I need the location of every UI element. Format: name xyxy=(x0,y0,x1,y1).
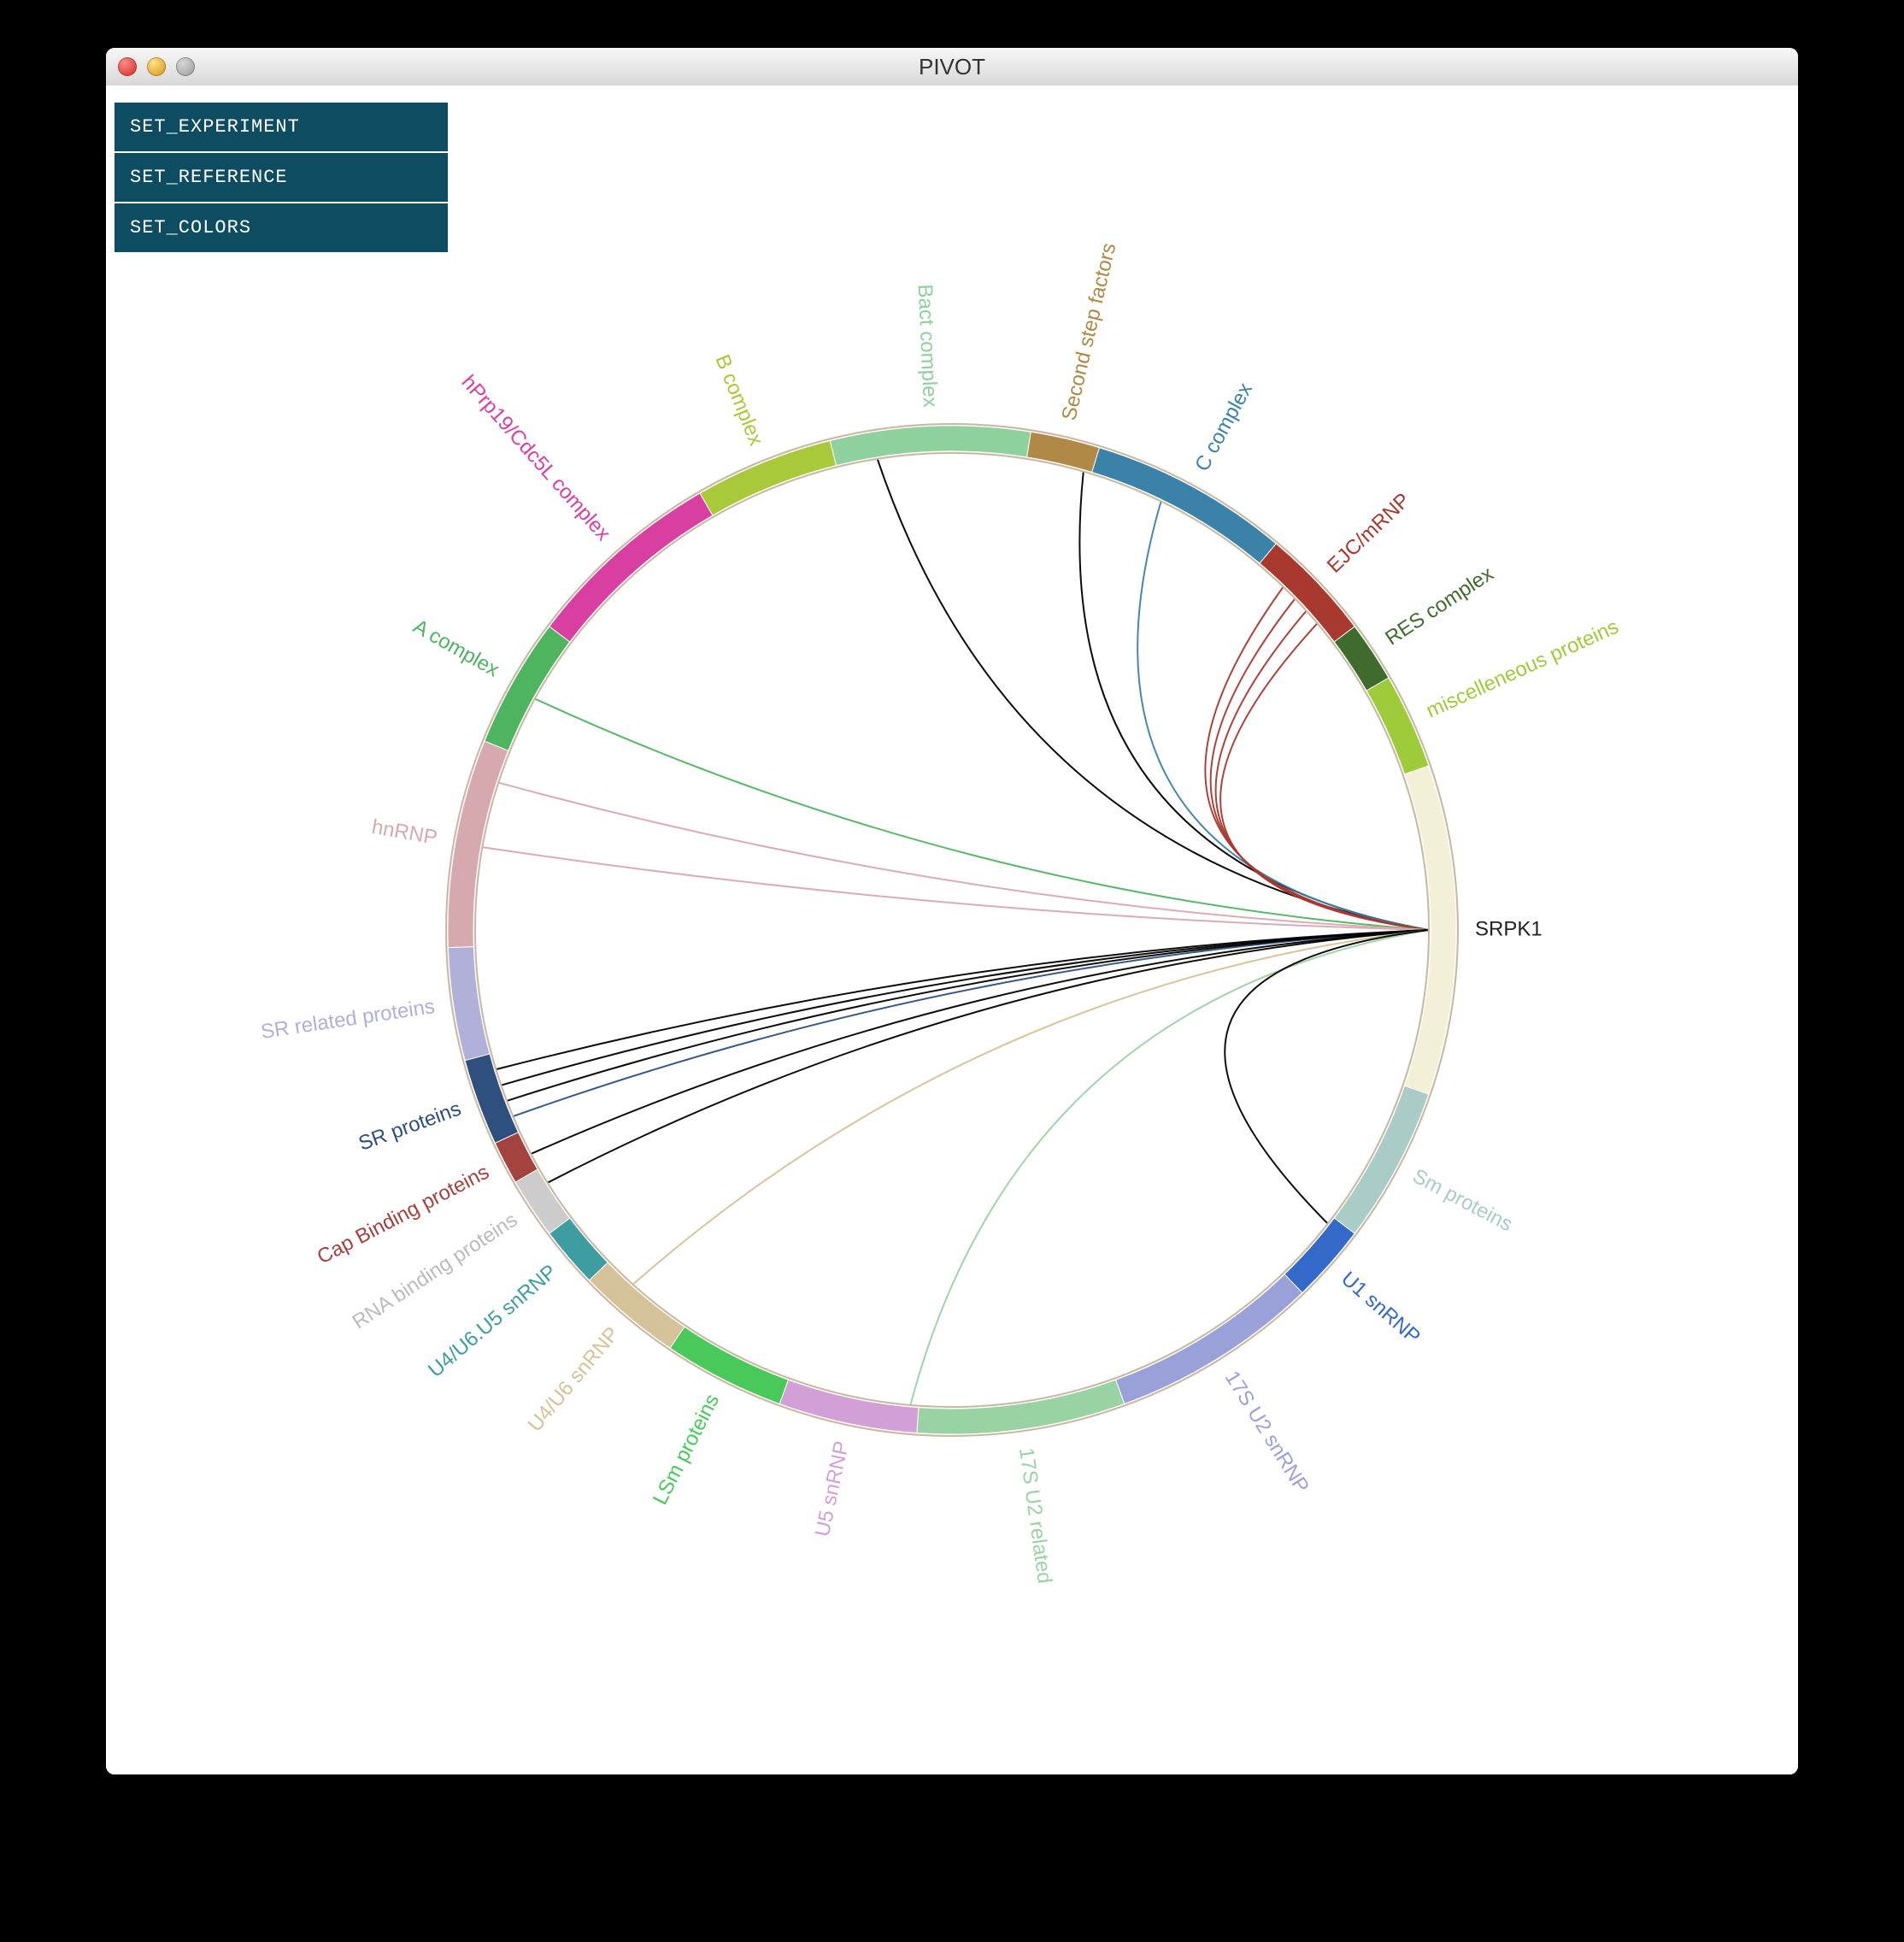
arc-label-second: Second step factors xyxy=(1057,241,1120,423)
arc-label-sr: SR proteins xyxy=(356,1098,464,1156)
arc-label-hnrnp: hnRNP xyxy=(370,815,439,850)
chord-link xyxy=(513,930,1429,1116)
menu-set-reference[interactable]: SET_REFERENCE xyxy=(115,153,448,203)
traffic-lights xyxy=(106,57,195,76)
menu-set-experiment[interactable]: SET_EXPERIMENT xyxy=(115,103,448,153)
app-window: PIVOT SET_EXPERIMENT SET_REFERENCE SET_C… xyxy=(106,48,1798,1774)
chord-link xyxy=(1225,930,1429,1224)
chord-link xyxy=(633,930,1429,1285)
arc-u1[interactable] xyxy=(1284,1218,1355,1292)
arc-u46[interactable] xyxy=(590,1262,685,1348)
chord-diagram: SRPK1 Sm proteins U1 snRNP 17S U2 snRNP 17S … xyxy=(226,203,1678,1657)
window-title: PIVOT xyxy=(106,54,1798,80)
arc-label-sm: Sm proteins xyxy=(1409,1164,1517,1236)
chord-link xyxy=(507,930,1429,1101)
chord-link xyxy=(498,783,1429,930)
arc-label-u2rel: 17S U2 related xyxy=(1014,1446,1056,1585)
arc-sr[interactable] xyxy=(465,1054,518,1143)
arc-srrel[interactable] xyxy=(448,947,490,1061)
maximize-icon[interactable] xyxy=(176,57,195,76)
arc-lsm[interactable] xyxy=(670,1327,788,1404)
arc-hprp19[interactable] xyxy=(549,493,713,642)
arc-label-res: RES complex xyxy=(1381,562,1497,650)
arc-label-u46u5: U4/U6.U5 snRNP xyxy=(424,1260,561,1382)
arc-label-ccomp: C complex xyxy=(1190,380,1257,476)
minimize-icon[interactable] xyxy=(147,57,166,76)
app-canvas: SET_EXPERIMENT SET_REFERENCE SET_COLORS … xyxy=(106,85,1798,1774)
arc-label-srrel: SR related proteins xyxy=(259,995,436,1044)
arc-res[interactable] xyxy=(1334,627,1389,691)
arc-label-bact: Bact complex xyxy=(914,284,942,408)
chord-link xyxy=(1216,611,1429,930)
arc-label-ejc: EJC/mRNP xyxy=(1323,489,1415,578)
arc-ccomp[interactable] xyxy=(1092,448,1277,563)
arc-label-u1: U1 snRNP xyxy=(1337,1268,1425,1349)
arc-label-lsm: LSm proteins xyxy=(649,1391,724,1509)
arc-sm[interactable] xyxy=(1334,1086,1429,1233)
arc-hnrnp[interactable] xyxy=(448,741,508,948)
arc-label-u2: 17S U2 snRNP xyxy=(1220,1367,1313,1497)
arc-u2[interactable] xyxy=(1116,1274,1302,1404)
chord-link xyxy=(1220,623,1429,930)
chord-link xyxy=(1205,587,1429,930)
arc-label-hprp19: hPrp19/Cdc5L complex xyxy=(457,371,615,545)
chord-link xyxy=(910,930,1429,1405)
arc-acomp[interactable] xyxy=(485,627,570,750)
chord-link xyxy=(548,930,1429,1183)
arc-rna[interactable] xyxy=(515,1169,570,1233)
arc-label-misc: miscelleneous proteins xyxy=(1423,615,1622,723)
titlebar: PIVOT xyxy=(106,48,1798,86)
close-icon[interactable] xyxy=(118,57,137,76)
arc-label-u46: U4/U6 snRNP xyxy=(524,1322,625,1436)
arc-label-bcomp: B complex xyxy=(710,351,767,449)
arc-label-srpk1: SRPK1 xyxy=(1475,917,1543,940)
arc-label-acomp: A complex xyxy=(409,615,503,681)
arc-label-u5: U5 snRNP xyxy=(811,1439,854,1539)
arc-label-cap: Cap Binding proteins xyxy=(314,1161,493,1269)
arc-label-rna: RNA binding proteins xyxy=(349,1209,522,1334)
arc-bcomp[interactable] xyxy=(700,441,837,516)
